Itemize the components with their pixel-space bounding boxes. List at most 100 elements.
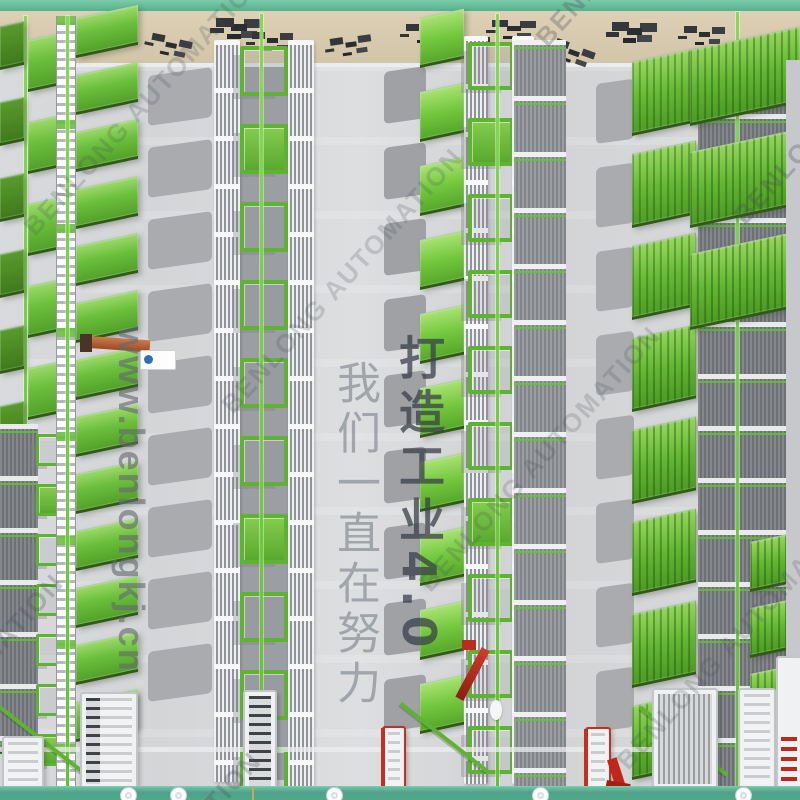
rack-panel (28, 362, 58, 420)
rack-panel (632, 416, 696, 504)
rack-frame (240, 124, 288, 174)
rack-frame (468, 270, 514, 318)
rack-frame (468, 194, 514, 242)
rack-panel (632, 600, 696, 688)
workstation (738, 688, 776, 790)
floor-marker (326, 787, 343, 800)
floor-shadow (148, 499, 212, 558)
rack-frame (468, 42, 514, 90)
workstation (2, 736, 44, 791)
floor-marker (532, 787, 549, 800)
second-aisle-frames (240, 46, 288, 798)
floor-marker (735, 787, 752, 800)
rack-panel (690, 129, 800, 228)
buffer-station (652, 688, 718, 790)
rack-frame (468, 422, 514, 470)
watermark-slogan-line1: 打造工业4.0 (386, 334, 452, 710)
rack-panel (632, 140, 696, 228)
watermark-website: www.benlongkj.cn (110, 326, 152, 673)
floor-shadow (596, 79, 634, 144)
machinery-cluster (216, 18, 234, 27)
machinery-cluster (492, 20, 508, 27)
floor-shadow (596, 583, 634, 648)
floor-shadow (148, 643, 212, 702)
corner-station (776, 656, 800, 800)
floor-shadow (148, 139, 212, 198)
rack-frame (240, 46, 288, 96)
rack-frame (240, 436, 288, 486)
machinery-cluster (406, 24, 419, 31)
second-aisle-crane-rail (260, 14, 263, 792)
station-mesh (658, 694, 712, 784)
floor-shadow (148, 571, 212, 630)
floor-shadow (148, 211, 212, 270)
floor-shadow (596, 415, 634, 480)
floor-shadow (596, 499, 634, 564)
floor-shadow (596, 247, 634, 312)
right-rack-top-panels (690, 27, 800, 330)
rack-panel (28, 116, 58, 174)
rack-panel (420, 83, 464, 142)
machinery-cluster (612, 22, 629, 31)
robot-base (462, 640, 476, 650)
rack-panel (420, 231, 464, 290)
left-aisle-panel-shadows (148, 67, 212, 702)
rack-panel (632, 232, 696, 320)
rack-panel (76, 176, 138, 229)
station-slats (249, 696, 271, 792)
second-aisle-left-towers (214, 40, 240, 782)
floor-shadow (148, 67, 212, 126)
rack-frame (240, 280, 288, 330)
rack-panel (0, 325, 24, 374)
second-aisle-right-towers (288, 40, 314, 788)
rack-panel (0, 249, 24, 298)
watermark-slogan: 打造工业4.0 我们一直在努力 (322, 334, 452, 710)
rack-panel (28, 34, 58, 92)
station-slats (744, 694, 770, 784)
rack-panel (0, 97, 24, 146)
left-aisle-crane-rail (66, 16, 69, 792)
floor-shadow (596, 667, 634, 732)
rack-panel (0, 173, 24, 222)
third-aisle-crane-rail (496, 14, 499, 794)
rack-panel (76, 119, 138, 172)
rack-panel (632, 324, 696, 412)
rack-frame (240, 358, 288, 408)
rack-frame (468, 574, 514, 622)
shuttle-carrier (490, 700, 502, 720)
rack-panel (632, 508, 696, 596)
floor-marker (170, 787, 187, 800)
factory-warehouse-render: www.benlongkj.cn 打造工业4.0 我们一直在努力 BENLONG… (0, 0, 800, 800)
floor-marker (120, 787, 137, 800)
floor-shadow (148, 427, 212, 486)
floor-shadow (596, 331, 634, 396)
robot-head (80, 334, 92, 352)
rack-frame (468, 118, 514, 166)
watermark-slogan-line2: 我们一直在努力 (322, 334, 386, 710)
right-aisle-panel-shadows (596, 79, 634, 732)
conveyor-tower (243, 690, 277, 798)
left-rack-upper-panels (28, 34, 58, 420)
rack-panel (28, 198, 58, 256)
rack-panel (420, 157, 464, 216)
rack-frame (468, 498, 514, 546)
rack-frame (240, 202, 288, 252)
rack-frame (240, 592, 288, 642)
rack-frame (240, 514, 288, 564)
left-rack-lower-mesh (0, 424, 38, 750)
station-slats (8, 742, 38, 784)
workstation (80, 692, 138, 791)
rack-panel (76, 233, 138, 286)
floor-shadow (148, 283, 212, 342)
rack-panel (420, 9, 464, 68)
machinery-cluster (252, 32, 265, 39)
floor-shadow (596, 163, 634, 228)
rack-panel (76, 62, 138, 115)
rack-panel (28, 280, 58, 338)
third-aisle-mesh-rack (514, 40, 566, 786)
machinery-cluster (684, 26, 697, 33)
rack-panel (632, 48, 696, 136)
right-aisle-panels (632, 48, 696, 780)
walkway-marker-line (252, 786, 254, 800)
rack-panel (0, 21, 24, 70)
